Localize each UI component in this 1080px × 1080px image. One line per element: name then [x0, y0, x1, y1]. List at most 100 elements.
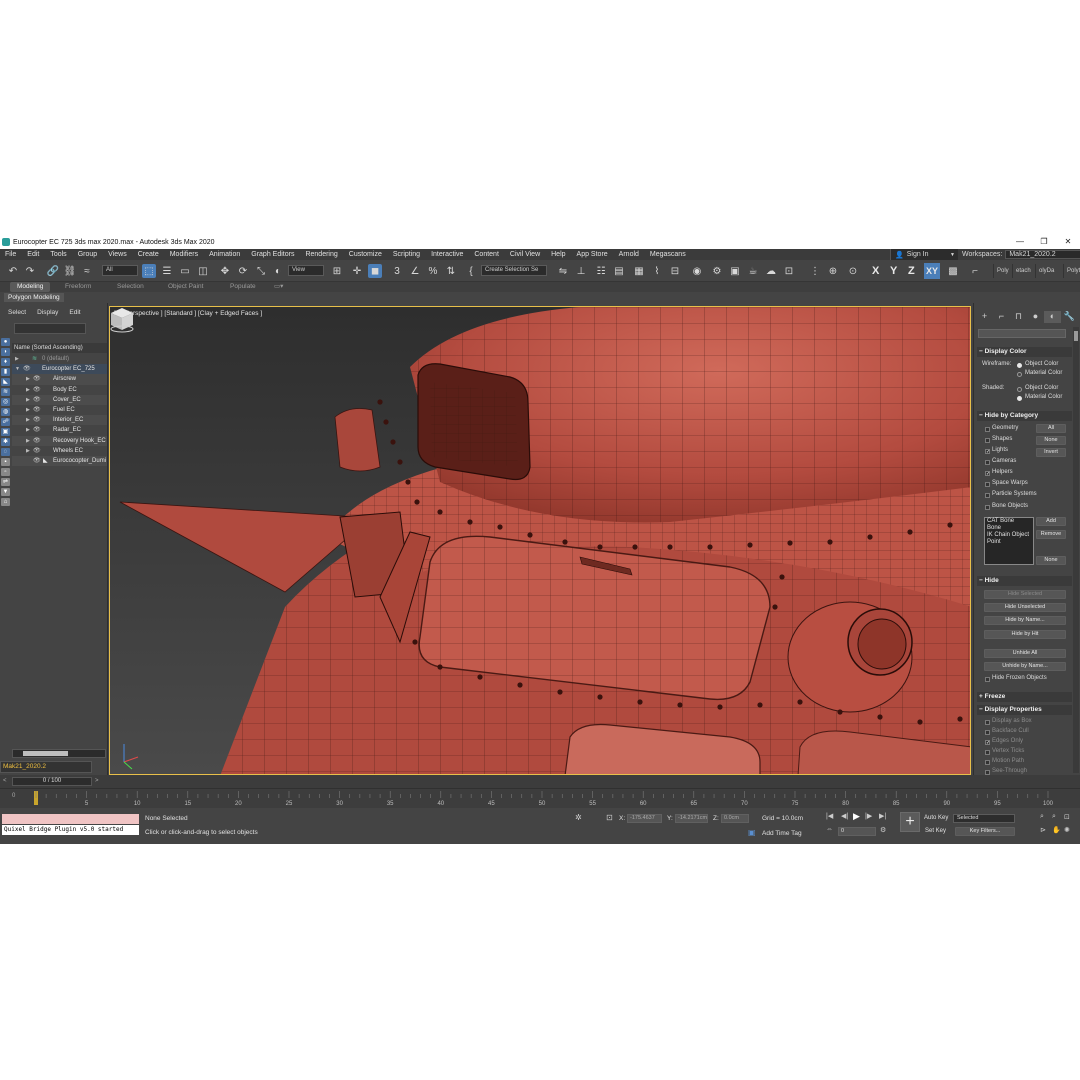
expand-arrow-icon[interactable]: ▶	[26, 446, 30, 456]
arnold-view-icon[interactable]: ⊙	[846, 264, 860, 278]
key-filters-button[interactable]: Key Filters...	[955, 827, 1015, 836]
close-icon[interactable]: ✕	[1056, 235, 1080, 249]
category-remove-button[interactable]: Remove	[1036, 530, 1066, 539]
ribbon-options-icon[interactable]: ▭▾	[274, 282, 283, 292]
rollout-freeze[interactable]: + Freeze	[977, 692, 1072, 702]
filter-cameras-icon[interactable]: ▮	[1, 368, 10, 376]
link-icon[interactable]: 🔗	[46, 264, 60, 278]
field-of-view-icon[interactable]: ⊳	[1040, 826, 1046, 834]
menu-views[interactable]: Views	[108, 251, 127, 258]
expand-arrow-icon[interactable]: ▶	[26, 385, 30, 395]
filter-lights-icon[interactable]: ♦	[1, 358, 10, 366]
menu-group[interactable]: Group	[78, 251, 97, 258]
menu-interactive[interactable]: Interactive	[431, 251, 463, 258]
polydrop-button[interactable]: olyDa	[1035, 264, 1054, 278]
particle-systems-checkbox[interactable]	[985, 493, 990, 498]
visibility-eye-icon[interactable]: 👁	[33, 436, 41, 446]
snaps-toggle-icon[interactable]: 3	[390, 264, 404, 278]
filter-spacewarps-icon[interactable]: ≋	[1, 388, 10, 396]
display-as-box-checkbox[interactable]	[985, 720, 990, 725]
maximize-icon[interactable]: ❐	[1032, 235, 1056, 249]
tab-modeling[interactable]: Modeling	[10, 282, 51, 292]
edges-only-checkbox[interactable]: ✓	[985, 740, 990, 746]
shaded-object-color-radio[interactable]	[1017, 387, 1022, 392]
visibility-eye-icon[interactable]: 👁	[33, 446, 41, 456]
pivot-center-icon[interactable]: ⊞	[330, 264, 344, 278]
display-all-icon[interactable]: ▪	[1, 458, 10, 466]
filter-containers-icon[interactable]: ▣	[1, 428, 10, 436]
cameras-checkbox[interactable]	[985, 460, 990, 465]
zoom-all-icon[interactable]: ⌕	[1052, 813, 1056, 821]
explorer-search-input[interactable]	[14, 323, 86, 334]
menu-animation[interactable]: Animation	[209, 251, 240, 258]
expand-arrow-icon[interactable]: ▶	[15, 354, 19, 364]
explorer-column-header[interactable]: Name (Sorted Ascending)	[12, 343, 107, 353]
display-none-icon[interactable]: ▫	[1, 468, 10, 476]
visibility-eye-icon[interactable]: 👁	[23, 364, 31, 374]
layout-icon[interactable]: ▩	[946, 264, 960, 278]
keyboard-shortcut-override-icon[interactable]: ◼	[368, 264, 382, 278]
explorer-menu-display[interactable]: Display	[37, 309, 58, 318]
tree-row-airscrew[interactable]: ▶ 👁 Airscrew	[12, 374, 107, 385]
select-by-name-icon[interactable]: ☰	[160, 264, 174, 278]
time-prev-icon[interactable]: <	[3, 778, 7, 784]
next-frame-icon[interactable]: |▶	[865, 812, 872, 820]
category-none-button[interactable]: None	[1036, 436, 1066, 445]
bone-objects-checkbox[interactable]	[985, 505, 990, 510]
sync-selection-icon[interactable]: ⇌	[1, 478, 10, 486]
filter-helpers-icon[interactable]: ◣	[1, 378, 10, 386]
category-list[interactable]: CAT Bone Bone IK Chain Object Point	[984, 517, 1034, 565]
align-icon[interactable]: ⊥	[574, 264, 588, 278]
zoom-extents-icon[interactable]: ⊡	[1064, 813, 1070, 821]
time-config-icon[interactable]: ⚙	[880, 826, 886, 834]
space-warps-checkbox[interactable]	[985, 482, 990, 487]
arnold-grid-icon[interactable]: ⋮	[808, 264, 822, 278]
filter-xrefs-icon[interactable]: ◍	[1, 408, 10, 416]
spinner-snap-icon[interactable]: ⇅	[444, 264, 458, 278]
render-cloud-icon[interactable]: ⊡	[782, 264, 796, 278]
mirror-icon[interactable]: ⇋	[556, 264, 570, 278]
percent-snap-icon[interactable]: %	[426, 264, 440, 278]
absolute-mode-icon[interactable]: ⊡	[606, 813, 613, 822]
menu-arnold[interactable]: Arnold	[619, 251, 639, 258]
axis-y-button[interactable]: Y	[890, 263, 897, 279]
menu-megascans[interactable]: Megascans	[650, 251, 686, 258]
layer-explorer-icon[interactable]: ▤	[612, 264, 626, 278]
expand-arrow-icon[interactable]: ▶	[26, 425, 30, 435]
add-time-tag-button[interactable]: Add Time Tag	[762, 830, 802, 837]
detach-button[interactable]: etach	[1012, 264, 1031, 278]
explorer-menu-edit[interactable]: Edit	[69, 309, 80, 318]
hierarchy-tab-icon[interactable]: ⊓	[1010, 311, 1027, 323]
rollout-hide-by-category[interactable]: − Hide by Category	[977, 411, 1072, 421]
category-invert-button[interactable]: Invert	[1036, 448, 1066, 457]
move-icon[interactable]: ✥	[218, 264, 232, 278]
window-crossing-icon[interactable]: ◫	[196, 264, 210, 278]
visibility-eye-icon[interactable]: 👁	[33, 385, 41, 395]
geometry-checkbox[interactable]	[985, 427, 990, 432]
polygon-modeling-panel[interactable]: Polygon Modeling	[4, 293, 64, 302]
hide-selected-button[interactable]: Hide Selected	[984, 590, 1066, 599]
rotate-icon[interactable]: ⟳	[236, 264, 250, 278]
menu-app-store[interactable]: App Store	[577, 251, 608, 258]
undo-icon[interactable]: ↶	[6, 264, 20, 278]
expand-arrow-icon[interactable]: ▶	[26, 436, 30, 446]
selection-set-dropdown[interactable]: Create Selection Se	[481, 265, 547, 276]
key-mode-icon[interactable]: ⇔	[826, 826, 833, 833]
filter-hidden-icon[interactable]: ◌	[1, 448, 10, 456]
maxscript-mini-listener-input[interactable]	[2, 814, 139, 824]
minimize-icon[interactable]: —	[1008, 235, 1032, 249]
axis-xy-button[interactable]: XY	[924, 263, 941, 279]
hide-by-hit-button[interactable]: Hide by Hit	[984, 630, 1066, 639]
tree-row-eurocopter[interactable]: ▼ 👁 Eurocopter EC_725	[12, 364, 107, 375]
polyt-button[interactable]: Polyt	[1063, 264, 1080, 278]
tab-object-paint[interactable]: Object Paint	[168, 282, 203, 292]
unlink-icon[interactable]: ⛓	[63, 264, 77, 278]
isolate-icon[interactable]: ✲	[575, 813, 582, 822]
previous-frame-icon[interactable]: ◀|	[841, 812, 848, 820]
menu-customize[interactable]: Customize	[349, 251, 382, 258]
bind-spacewarp-icon[interactable]: ≈	[80, 264, 94, 278]
scene-explorer-toggle-icon[interactable]: ☷	[594, 264, 608, 278]
render-setup-icon[interactable]: ⚙	[710, 264, 724, 278]
set-keys-icon[interactable]: +	[900, 812, 920, 832]
menu-tools[interactable]: Tools	[50, 251, 66, 258]
